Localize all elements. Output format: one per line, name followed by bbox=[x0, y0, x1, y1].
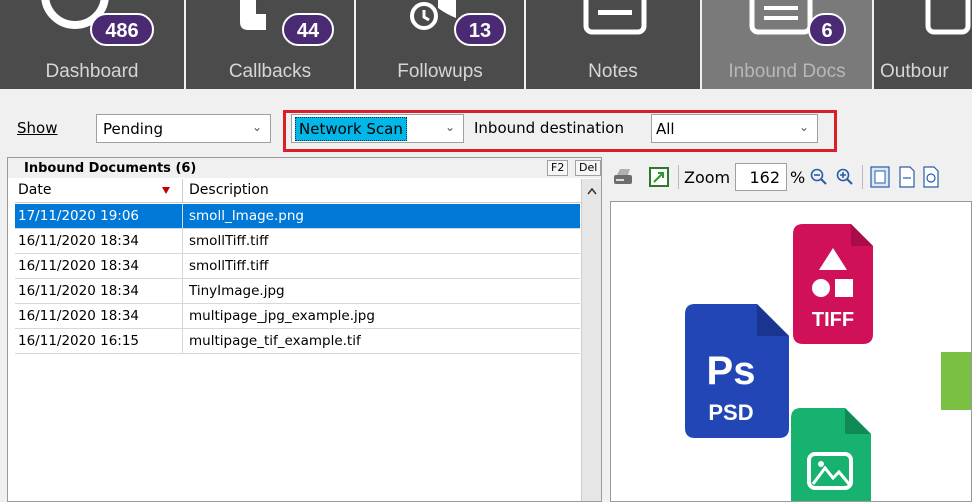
psd-file-icon: Ps PSD bbox=[685, 304, 789, 438]
table-row[interactable]: 16/11/2020 18:34 multipage_jpg_example.j… bbox=[15, 304, 580, 329]
row-date: 17/11/2020 19:06 bbox=[18, 208, 140, 224]
cell-divider bbox=[182, 329, 183, 353]
tab-label: Inbound Docs bbox=[728, 61, 846, 82]
tab-callbacks[interactable]: 44 Callbacks bbox=[186, 0, 354, 89]
zoom-out-icon[interactable] bbox=[810, 168, 828, 186]
cell-divider bbox=[182, 204, 183, 228]
destination-select-value: All bbox=[656, 120, 675, 138]
row-date: 16/11/2020 18:34 bbox=[18, 233, 140, 249]
table-row[interactable]: 17/11/2020 19:06 smoll_Image.png bbox=[15, 204, 580, 229]
column-label: Description bbox=[189, 182, 269, 198]
row-date: 16/11/2020 18:34 bbox=[18, 283, 140, 299]
tab-label: Notes bbox=[588, 61, 638, 82]
tab-outbound-docs[interactable]: Outbour bbox=[874, 0, 972, 89]
tab-inbound-docs[interactable]: 6 Inbound Docs bbox=[702, 0, 872, 89]
document-viewer-panel: Zoom 162 % TIFF Ps PSD bbox=[604, 157, 972, 502]
row-description: multipage_jpg_example.jpg bbox=[189, 308, 375, 324]
phone-icon bbox=[240, 0, 266, 30]
tab-label: Outbour bbox=[880, 61, 949, 82]
inbound-docs-badge: 6 bbox=[808, 13, 846, 46]
status-select-value: Pending bbox=[103, 120, 163, 138]
chevron-down-icon[interactable]: ⌄ bbox=[799, 120, 809, 134]
tiff-label: TIFF bbox=[812, 309, 854, 331]
panel-title: Inbound Documents (6) bbox=[24, 161, 197, 176]
show-label-text: Show bbox=[17, 119, 58, 137]
filter-bar: Show Pending ⌄ Network Scan ⌄ Inbound de… bbox=[0, 90, 972, 154]
table-row[interactable]: 16/11/2020 16:15 multipage_tif_example.t… bbox=[15, 329, 580, 354]
row-date: 16/11/2020 16:15 bbox=[18, 333, 140, 349]
tab-label: Callbacks bbox=[228, 61, 312, 82]
callbacks-badge: 44 bbox=[282, 13, 334, 46]
zoom-label: Zoom bbox=[684, 168, 731, 187]
column-header-date[interactable]: Date bbox=[15, 179, 182, 203]
source-select[interactable]: Network Scan ⌄ bbox=[291, 114, 464, 143]
chevron-down-icon[interactable]: ⌄ bbox=[252, 120, 262, 134]
status-select[interactable]: Pending ⌄ bbox=[96, 114, 271, 143]
source-select-value: Network Scan bbox=[295, 117, 407, 141]
toolbar-divider bbox=[678, 165, 679, 189]
zoom-input[interactable]: 162 bbox=[735, 163, 787, 191]
f2-button[interactable]: F2 bbox=[547, 160, 569, 176]
documents-list: 17/11/2020 19:06 smoll_Image.png 16/11/2… bbox=[15, 204, 580, 354]
file-icon-partial bbox=[941, 352, 971, 410]
destination-select[interactable]: All ⌄ bbox=[651, 114, 818, 143]
alarm-clock-icon bbox=[410, 0, 456, 30]
scanner-icon[interactable] bbox=[612, 167, 634, 187]
cell-divider bbox=[182, 304, 183, 328]
column-label: Date bbox=[18, 182, 52, 198]
scroll-up-icon[interactable] bbox=[587, 187, 597, 195]
top-navigation: 486 Dashboard 44 Callbacks 13 Followups … bbox=[0, 0, 972, 90]
fit-width-icon[interactable] bbox=[898, 166, 916, 188]
followups-badge: 13 bbox=[454, 13, 506, 46]
fit-page-icon[interactable] bbox=[870, 166, 890, 188]
tab-label: Followups bbox=[397, 61, 483, 82]
sort-arrow-icon bbox=[162, 187, 170, 194]
dashboard-badge: 486 bbox=[90, 13, 154, 46]
viewer-toolbar: Zoom 162 % bbox=[604, 157, 972, 197]
tab-dashboard[interactable]: 486 Dashboard bbox=[0, 0, 184, 89]
row-date: 16/11/2020 18:34 bbox=[18, 308, 140, 324]
psd-logo-text: Ps bbox=[707, 349, 756, 393]
table-row[interactable]: 16/11/2020 18:34 TinyImage.jpg bbox=[15, 279, 580, 304]
notes-icon bbox=[583, 0, 647, 35]
show-label: Show bbox=[17, 119, 57, 137]
export-icon[interactable] bbox=[649, 167, 671, 187]
tiff-file-icon: TIFF bbox=[793, 224, 873, 344]
row-description: multipage_tif_example.tif bbox=[189, 333, 361, 349]
row-description: smollTiff.tiff bbox=[189, 258, 269, 274]
cell-divider bbox=[182, 279, 183, 303]
document-preview[interactable]: TIFF Ps PSD bbox=[610, 201, 972, 502]
toolbar-divider bbox=[862, 165, 863, 189]
table-row[interactable]: 16/11/2020 18:34 smollTiff.tiff bbox=[15, 229, 580, 254]
zoom-in-icon[interactable] bbox=[836, 168, 854, 186]
column-header-description[interactable]: Description bbox=[182, 179, 581, 203]
image-file-icon bbox=[791, 408, 871, 501]
outbound-docs-icon bbox=[925, 0, 971, 35]
tab-followups[interactable]: 13 Followups bbox=[356, 0, 524, 89]
rotate-page-icon[interactable] bbox=[922, 166, 940, 188]
row-date: 16/11/2020 18:34 bbox=[18, 258, 140, 274]
vertical-scrollbar[interactable] bbox=[581, 179, 601, 501]
tab-label: Dashboard bbox=[45, 61, 139, 82]
psd-label: PSD bbox=[708, 400, 753, 425]
cell-divider bbox=[182, 229, 183, 253]
row-description: TinyImage.jpg bbox=[189, 283, 285, 299]
inbound-documents-panel: Inbound Documents (6) F2 Del Date Descri… bbox=[7, 157, 602, 502]
cell-divider bbox=[182, 254, 183, 278]
chevron-down-icon[interactable]: ⌄ bbox=[445, 120, 455, 134]
panel-header: Inbound Documents (6) F2 Del bbox=[8, 158, 602, 178]
inbound-docs-icon bbox=[749, 0, 813, 35]
table-row[interactable]: 16/11/2020 18:34 smollTiff.tiff bbox=[15, 254, 580, 279]
destination-label: Inbound destination bbox=[474, 119, 624, 137]
tab-notes[interactable]: Notes bbox=[526, 0, 700, 89]
row-description: smoll_Image.png bbox=[189, 208, 304, 224]
zoom-unit: % bbox=[790, 168, 806, 187]
row-description: smollTiff.tiff bbox=[189, 233, 269, 249]
delete-button[interactable]: Del bbox=[575, 160, 602, 176]
